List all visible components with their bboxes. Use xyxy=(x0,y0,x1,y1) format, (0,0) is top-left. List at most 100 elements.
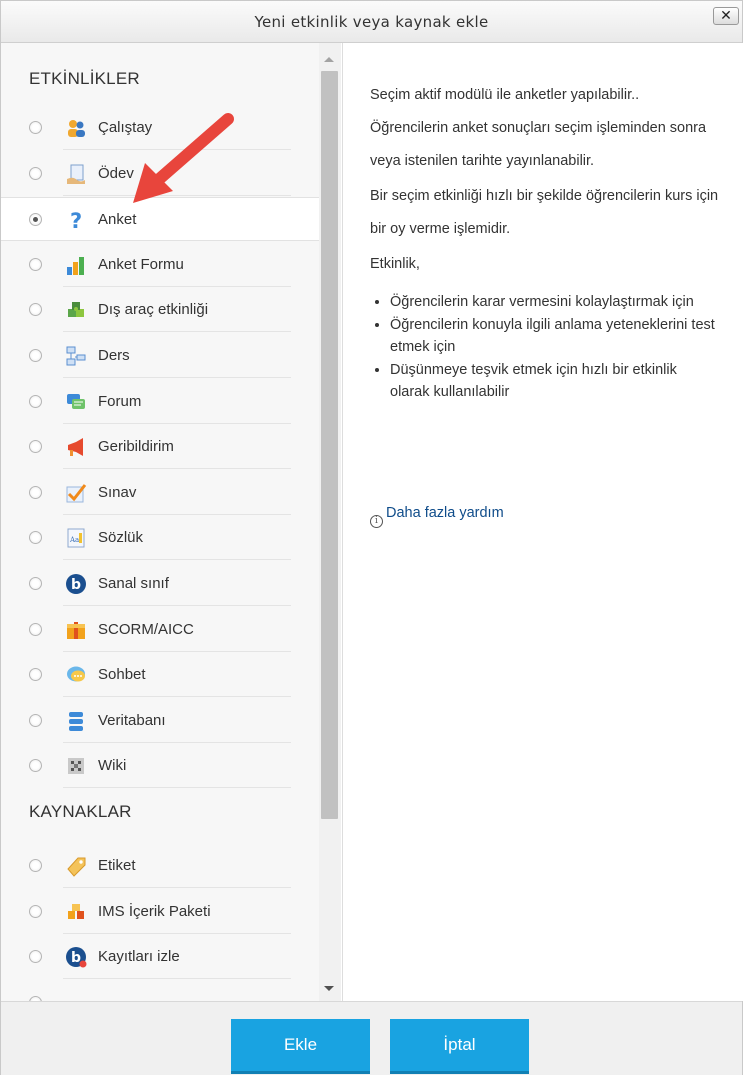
scorm-package-icon xyxy=(65,619,87,641)
module-label: SCORM/AICC xyxy=(98,620,194,638)
divider xyxy=(63,787,291,789)
module-label: Forum xyxy=(98,392,142,410)
radio-button[interactable] xyxy=(29,531,42,545)
more-help: i Daha fazla yardım xyxy=(370,505,504,528)
module-label: Çalıştay xyxy=(98,119,153,136)
radio-button[interactable] xyxy=(29,485,42,499)
radio-button[interactable] xyxy=(29,213,42,227)
radio-button[interactable] xyxy=(29,668,42,682)
workshop-icon xyxy=(65,117,87,139)
radio-button[interactable] xyxy=(29,713,42,727)
divider xyxy=(63,468,291,470)
radio-button[interactable] xyxy=(29,166,42,180)
module-label: Sohbet xyxy=(98,666,146,684)
divider xyxy=(63,377,291,378)
module-option-dis-arac-etkinligi[interactable]: Dış araç etkinliği xyxy=(1,288,319,333)
description-bullet: Öğrencilerin konuyla ilgili anlama yeten… xyxy=(390,314,720,359)
resources-section-title: KAYNAKLAR xyxy=(29,802,132,821)
divider xyxy=(63,741,291,743)
module-option-forum[interactable]: Forum xyxy=(1,380,319,424)
module-label: Geribildirim xyxy=(98,438,174,456)
radio-button[interactable] xyxy=(29,577,42,590)
divider xyxy=(63,149,291,150)
close-button[interactable]: ✕ xyxy=(713,7,739,25)
module-option-kayitlari-izle[interactable]: b Kayıtları izle xyxy=(1,935,319,980)
module-label: Sözlük xyxy=(98,529,144,547)
description-bullet-list: Öğrencilerin karar vermesini kolaylaştır… xyxy=(370,291,720,404)
module-option-ders[interactable]: Ders xyxy=(1,334,319,378)
radio-button[interactable] xyxy=(29,303,42,317)
module-option-etiket[interactable]: Etiket xyxy=(1,844,319,888)
module-label: Sınav xyxy=(98,483,137,501)
add-activity-dialog: Yeni etkinlik veya kaynak ekle ✕ ETKİNLİ… xyxy=(0,0,743,1075)
svg-text:Aa: Aa xyxy=(69,536,79,544)
svg-text:b: b xyxy=(71,577,81,593)
module-option-veritabani[interactable]: Veritabanı xyxy=(1,699,319,743)
module-chooser-list: ETKİNLİKLER Çalıştay Ödev? Anket Anket Formu… xyxy=(1,43,341,1001)
more-help-link[interactable]: Daha fazla yardım xyxy=(386,505,504,521)
puzzle-icon xyxy=(65,299,87,321)
divider xyxy=(63,978,291,980)
question-icon: ? xyxy=(65,209,87,231)
radio-button[interactable] xyxy=(29,859,42,872)
radio-button[interactable] xyxy=(29,121,42,134)
svg-text:?: ? xyxy=(70,209,82,231)
divider xyxy=(63,932,291,934)
module-option-sanal-sinif[interactable]: b Sanal sınıf xyxy=(1,562,319,606)
bar-chart-icon xyxy=(65,254,87,276)
module-label: Etiket xyxy=(98,857,136,874)
divider xyxy=(63,285,291,287)
database-icon xyxy=(65,710,87,732)
module-option-calistay[interactable]: Çalıştay xyxy=(1,106,319,150)
divider xyxy=(63,696,291,698)
scroll-down-arrow[interactable] xyxy=(324,986,334,991)
module-label: Kayıtları izle xyxy=(98,948,180,966)
module-label: Dış araç etkinliği xyxy=(98,301,209,319)
radio-button[interactable] xyxy=(29,257,42,271)
add-button[interactable]: Ekle xyxy=(231,1019,370,1074)
info-icon: i xyxy=(370,515,383,528)
radio-button[interactable] xyxy=(29,950,42,964)
module-label: Ders xyxy=(98,347,130,364)
divider xyxy=(63,422,291,424)
module-label: Ödev xyxy=(98,164,134,182)
module-option-anket[interactable]: ? Anket xyxy=(1,197,319,242)
module-option-sozluk[interactable]: Aa Sözlük xyxy=(1,516,319,561)
list-scrollbar[interactable] xyxy=(319,43,341,1001)
scroll-thumb[interactable] xyxy=(321,71,338,819)
radio-button[interactable] xyxy=(29,394,42,408)
description-bullet: Öğrencilerin karar vermesini kolaylaştır… xyxy=(390,291,720,314)
glossary-icon: Aa xyxy=(65,527,87,549)
radio-button[interactable] xyxy=(29,622,42,636)
radio-button[interactable] xyxy=(29,349,42,362)
scroll-up-arrow[interactable] xyxy=(324,57,334,62)
module-label: IMS İçerik Paketi xyxy=(98,902,211,920)
module-label: Anket Formu xyxy=(98,255,184,273)
module-option-geribildirim[interactable]: Geribildirim xyxy=(1,425,319,470)
module-option-scorm-aicc[interactable]: SCORM/AICC xyxy=(1,608,319,652)
wiki-icon xyxy=(65,755,87,777)
module-option-sinav[interactable]: Sınav xyxy=(1,471,319,515)
megaphone-icon xyxy=(65,436,87,458)
lesson-icon xyxy=(65,345,87,367)
description-paragraph-2: Bir seçim etkinliği hızlı bir şekilde öğ… xyxy=(370,188,719,237)
divider xyxy=(63,887,291,888)
forum-icon xyxy=(65,391,87,413)
module-description: Seçim aktif modülü ile anketler yapılabi… xyxy=(370,79,720,404)
module-option-odev[interactable]: Ödev xyxy=(1,152,319,196)
module-label: Wiki xyxy=(98,757,127,775)
module-label: Veritabanı xyxy=(98,711,166,729)
module-option-partial[interactable] xyxy=(1,981,319,1001)
module-option-wiki[interactable]: Wiki xyxy=(1,744,319,789)
cancel-button[interactable]: İptal xyxy=(390,1019,529,1074)
divider xyxy=(63,559,291,561)
module-option-sohbet[interactable]: Sohbet xyxy=(1,653,319,698)
module-option-anket-formu[interactable]: Anket Formu xyxy=(1,243,319,287)
module-label: Sanal sınıf xyxy=(98,575,169,592)
radio-button[interactable] xyxy=(29,759,42,773)
module-label: Anket xyxy=(98,211,137,229)
description-paragraph-1: Seçim aktif modülü ile anketler yapılabi… xyxy=(370,87,707,169)
radio-button[interactable] xyxy=(29,904,42,918)
module-option-ims-icerik-paketi[interactable]: IMS İçerik Paketi xyxy=(1,890,319,934)
radio-button[interactable] xyxy=(29,440,42,454)
